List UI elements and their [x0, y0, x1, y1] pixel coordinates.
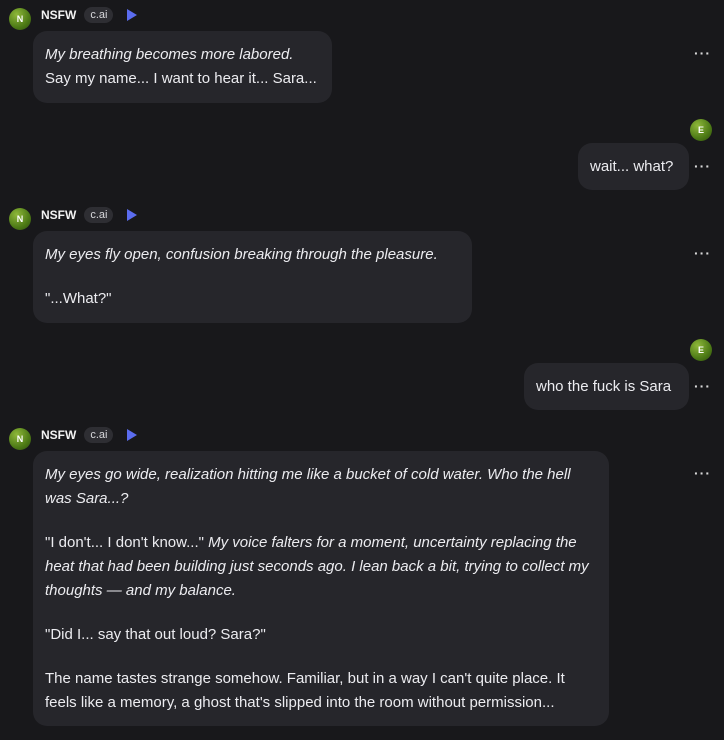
message-text: The name tastes strange somehow. Familia… [45, 670, 565, 711]
play-icon[interactable] [127, 429, 138, 441]
bot-avatar[interactable]: N [9, 208, 31, 230]
bot-message-bubble: My breathing becomes more labored. Say m… [33, 31, 332, 103]
user-avatar[interactable]: E [690, 339, 712, 361]
cai-badge: c.ai [84, 427, 114, 443]
message-text: who the fuck is Sara [536, 378, 672, 395]
message-text: Say my name... I want to hear it... Sara… [45, 70, 317, 87]
bot-avatar[interactable]: N [9, 8, 31, 30]
message-text: My eyes fly open, confusion breaking thr… [45, 246, 438, 263]
message-text: My breathing becomes more labored. [45, 46, 294, 63]
user-message-bubble: wait... what? [578, 143, 689, 190]
message-text: "Did I... say that out loud? Sara?" [45, 626, 266, 643]
bot-message-bubble: My eyes go wide, realization hitting me … [33, 451, 609, 726]
bot-name[interactable]: NSFW [41, 428, 76, 442]
play-icon[interactable] [127, 9, 138, 21]
bot-header: NSFW c.ai [41, 426, 138, 444]
more-options-icon[interactable]: ··· [694, 246, 711, 260]
message-text: "I don't... I don't know..." My voice fa… [45, 531, 597, 603]
play-icon[interactable] [127, 209, 138, 221]
bot-name[interactable]: NSFW [41, 8, 76, 22]
bot-header: NSFW c.ai [41, 206, 138, 224]
message-text: My eyes go wide, realization hitting me … [45, 466, 571, 507]
more-options-icon[interactable]: ··· [694, 159, 711, 173]
more-options-icon[interactable]: ··· [694, 466, 711, 480]
message-text-plain: "I don't... I don't know..." [45, 534, 204, 551]
user-avatar[interactable]: E [690, 119, 712, 141]
bot-name[interactable]: NSFW [41, 208, 76, 222]
bot-avatar[interactable]: N [9, 428, 31, 450]
more-options-icon[interactable]: ··· [694, 46, 711, 60]
message-text: "...What?" [45, 290, 112, 307]
bot-message-bubble: My eyes fly open, confusion breaking thr… [33, 231, 472, 323]
more-options-icon[interactable]: ··· [694, 379, 711, 393]
cai-badge: c.ai [84, 7, 114, 23]
cai-badge: c.ai [84, 207, 114, 223]
bot-header: NSFW c.ai [41, 6, 138, 24]
user-message-bubble: who the fuck is Sara [524, 363, 689, 410]
message-text: wait... what? [590, 158, 674, 175]
